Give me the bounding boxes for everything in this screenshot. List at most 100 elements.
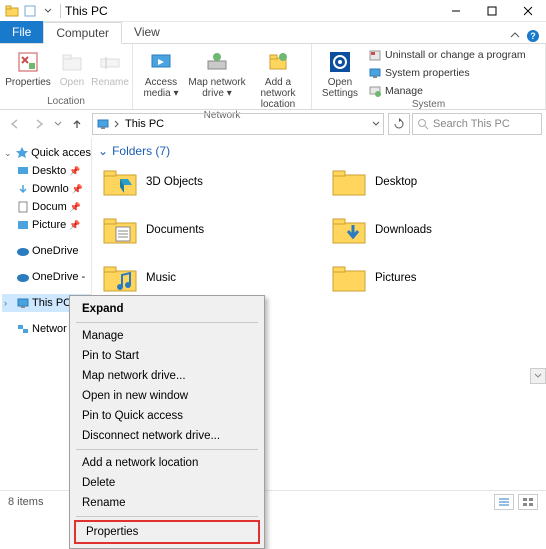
ribbon-group-system: Open Settings Uninstall or change a prog… <box>312 44 546 109</box>
access-media-button[interactable]: Access media ▾ <box>137 46 185 99</box>
title-bar: This PC <box>0 0 546 22</box>
large-icons-view-button[interactable] <box>518 494 538 510</box>
folder-downloads[interactable]: Downloads <box>331 210 540 250</box>
tree-documents[interactable]: Docum📌 <box>2 198 91 216</box>
map-network-drive-button[interactable]: Map network drive ▾ <box>187 46 247 99</box>
pictures-icon <box>16 218 30 232</box>
ctx-open-new-window[interactable]: Open in new window <box>72 386 262 406</box>
qat-dropdown-icon[interactable] <box>40 3 56 19</box>
folder-icon <box>331 167 367 197</box>
item-count: 8 items <box>8 496 43 508</box>
cloud-icon <box>16 244 30 258</box>
ctx-pin-quick[interactable]: Pin to Quick access <box>72 406 262 426</box>
ctx-manage[interactable]: Manage <box>72 326 262 346</box>
chevron-right-icon <box>113 120 121 128</box>
rename-button[interactable]: Rename <box>92 46 128 88</box>
desktop-icon <box>16 164 30 178</box>
address-bar[interactable]: This PC <box>92 113 384 135</box>
chevron-down-icon[interactable]: ⌄ <box>98 144 108 158</box>
ctx-delete[interactable]: Delete <box>72 473 262 493</box>
tree-pictures[interactable]: Picture📌 <box>2 216 91 234</box>
search-box[interactable]: Search This PC <box>412 113 542 135</box>
tree-quick-access[interactable]: ⌄ Quick acces <box>2 144 91 162</box>
search-placeholder: Search This PC <box>433 118 510 130</box>
maximize-button[interactable] <box>474 0 510 22</box>
ctx-rename[interactable]: Rename <box>72 493 262 513</box>
ribbon: Properties Open Rename Location Access m… <box>0 44 546 110</box>
close-button[interactable] <box>510 0 546 22</box>
separator <box>76 516 258 517</box>
cloud-icon <box>16 270 30 284</box>
tree-desktop[interactable]: Deskto📌 <box>2 162 91 180</box>
folder-music[interactable]: Music <box>102 258 311 298</box>
quick-access-toolbar <box>0 3 56 19</box>
ctx-add-location[interactable]: Add a network location <box>72 453 262 473</box>
ctx-map-drive[interactable]: Map network drive... <box>72 366 262 386</box>
back-button[interactable] <box>4 113 26 135</box>
uninstall-icon <box>368 48 382 62</box>
ribbon-group-network: Access media ▾ Map network drive ▾ Add a… <box>133 44 312 109</box>
refresh-button[interactable] <box>388 113 410 135</box>
view-tab[interactable]: View <box>122 21 172 43</box>
star-icon <box>15 146 29 160</box>
folder-3d-objects[interactable]: 3D Objects <box>102 162 311 202</box>
system-properties-button[interactable]: System properties <box>368 64 526 81</box>
manage-button[interactable]: Manage <box>368 82 526 99</box>
open-settings-button[interactable]: Open Settings <box>316 46 364 99</box>
pin-icon: 📌 <box>69 166 80 177</box>
separator <box>76 449 258 450</box>
uninstall-program-button[interactable]: Uninstall or change a program <box>368 46 526 63</box>
folder-icon <box>331 263 367 293</box>
chevron-down-icon[interactable]: ⌄ <box>4 148 13 159</box>
details-view-button[interactable] <box>494 494 514 510</box>
separator <box>76 322 258 323</box>
svg-text:?: ? <box>530 31 536 41</box>
context-menu: Expand Manage Pin to Start Map network d… <box>69 295 265 549</box>
file-tab[interactable]: File <box>0 21 43 43</box>
folder-documents[interactable]: Documents <box>102 210 311 250</box>
ribbon-group-location: Properties Open Rename Location <box>0 44 133 109</box>
folder-icon <box>331 215 367 245</box>
navigation-bar: This PC Search This PC <box>0 110 546 138</box>
folders-section-header[interactable]: ⌄ Folders (7) <box>98 144 540 158</box>
help-icon[interactable]: ? <box>526 29 540 43</box>
tree-onedrive[interactable]: OneDrive <box>2 242 91 260</box>
pc-icon <box>16 296 30 310</box>
manage-icon <box>368 84 382 98</box>
tree-downloads[interactable]: Downlo📌 <box>2 180 91 198</box>
tree-onedrive-2[interactable]: OneDrive - <box>2 268 91 286</box>
minimize-button[interactable] <box>438 0 474 22</box>
up-button[interactable] <box>66 113 88 135</box>
folder-icon <box>102 263 138 293</box>
separator <box>60 4 61 18</box>
system-properties-icon <box>368 66 382 80</box>
pc-icon <box>95 116 111 132</box>
network-icon <box>16 322 30 336</box>
recent-locations-button[interactable] <box>52 113 64 135</box>
highlighted-item: Properties <box>74 520 260 544</box>
documents-icon <box>16 200 30 214</box>
open-button[interactable]: Open <box>54 46 90 88</box>
window-controls <box>438 0 546 22</box>
ctx-properties[interactable]: Properties <box>76 522 258 542</box>
ctx-expand[interactable]: Expand <box>72 299 262 319</box>
add-network-location-button[interactable]: Add a network location <box>249 46 307 110</box>
properties-button[interactable]: Properties <box>4 46 52 88</box>
scrollbar-down-button[interactable] <box>530 368 546 384</box>
ctx-pin-start[interactable]: Pin to Start <box>72 346 262 366</box>
computer-tab[interactable]: Computer <box>43 22 122 44</box>
folder-desktop[interactable]: Desktop <box>331 162 540 202</box>
address-dropdown-icon[interactable] <box>371 119 381 129</box>
ctx-disconnect[interactable]: Disconnect network drive... <box>72 426 262 446</box>
breadcrumb[interactable]: This PC <box>123 118 166 130</box>
ribbon-expand-icon[interactable] <box>510 31 520 41</box>
forward-button[interactable] <box>28 113 50 135</box>
pin-icon: 📌 <box>69 220 80 231</box>
search-icon <box>417 118 429 130</box>
folder-pictures[interactable]: Pictures <box>331 258 540 298</box>
qat-item-icon[interactable] <box>22 3 38 19</box>
pin-icon: 📌 <box>72 184 83 195</box>
folder-icon <box>102 215 138 245</box>
chevron-right-icon[interactable]: › <box>4 298 14 308</box>
ribbon-tabs: File Computer View ? <box>0 22 546 44</box>
